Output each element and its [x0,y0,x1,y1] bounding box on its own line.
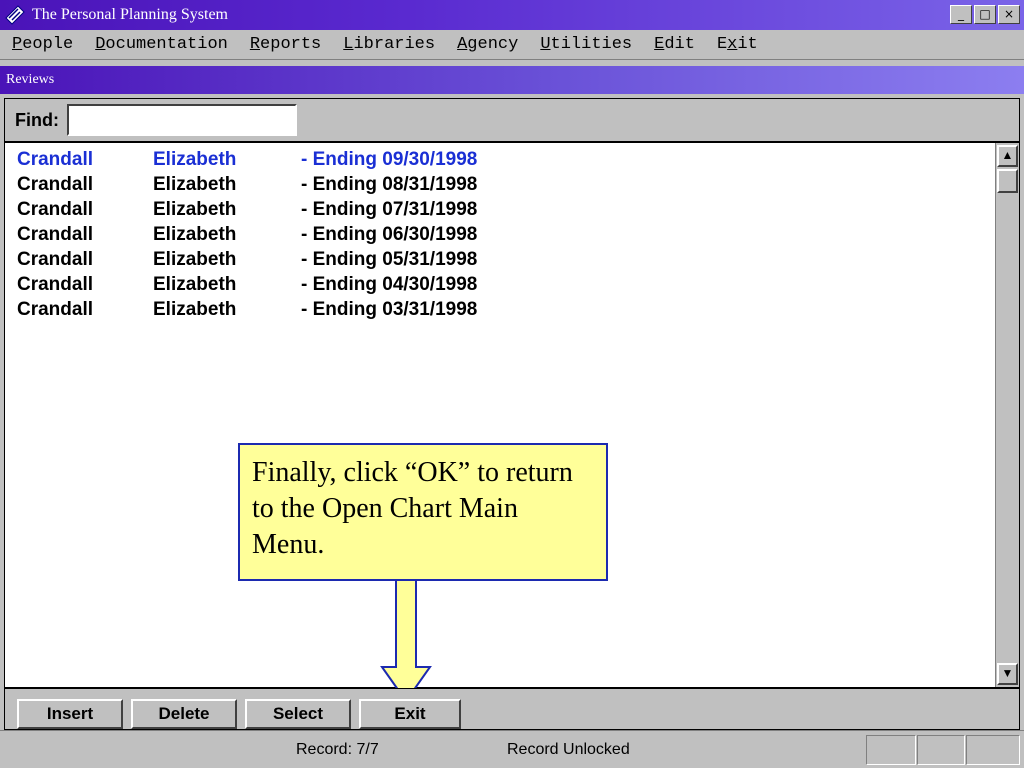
minimize-button[interactable]: _ [950,5,972,24]
tutorial-callout: Finally, click “OK” to return to the Ope… [238,443,608,581]
last-name: Crandall [17,249,94,270]
maximize-button[interactable]: □ [974,5,996,24]
minimize-icon: _ [958,7,964,21]
arrow-up-icon: ▲ [1001,148,1014,162]
first-name: Elizabeth [153,149,237,170]
menu-reports[interactable]: Reports [250,35,321,54]
menu-bar: People Documentation Reports Libraries A… [0,30,1024,60]
list-item[interactable]: Crandall Elizabeth - Ending 07/31/1998 [17,199,477,224]
menu-utilities[interactable]: Utilities [540,35,632,54]
record-counter: Record: 7/7 [296,741,379,758]
record-lock-status: Record Unlocked [507,741,630,758]
list-item[interactable]: Crandall Elizabeth - Ending 09/30/1998 [17,149,477,174]
scroll-up-button[interactable]: ▲ [997,145,1018,167]
scroll-thumb[interactable] [997,169,1018,193]
first-name: Elizabeth [153,299,237,320]
review-list: Crandall Elizabeth - Ending 09/30/1998 C… [4,142,1020,688]
first-name: Elizabeth [153,224,237,245]
first-name: Elizabeth [153,199,237,220]
insert-button[interactable]: Insert [17,699,123,729]
status-panel [917,735,965,765]
callout-arrow-icon [380,579,432,703]
window-controls: _ □ × [950,5,1020,24]
button-bar: Insert Delete Select Exit [4,688,1020,730]
last-name: Crandall [17,199,94,220]
list-item[interactable]: Crandall Elizabeth - Ending 06/30/1998 [17,224,477,249]
exit-button[interactable]: Exit [359,699,461,729]
menu-libraries[interactable]: Libraries [343,35,435,54]
close-button[interactable]: × [998,5,1020,24]
status-bar: Record: 7/7 Record Unlocked [0,730,1024,768]
find-input[interactable] [66,104,297,136]
menu-people[interactable]: People [12,35,73,54]
review-period: - Ending 05/31/1998 [301,249,478,270]
reviews-window-title: Reviews [0,66,1024,94]
close-icon: × [1003,7,1015,21]
app-icon[interactable] [4,4,26,26]
find-row: Find: [4,98,1020,142]
delete-button[interactable]: Delete [131,699,237,729]
first-name: Elizabeth [153,249,237,270]
window-title: The Personal Planning System [32,6,228,23]
first-name: Elizabeth [153,174,237,195]
vertical-scrollbar[interactable]: ▲ ▼ [995,143,1019,687]
last-name: Crandall [17,224,94,245]
scroll-down-button[interactable]: ▼ [997,663,1018,685]
last-name: Crandall [17,299,94,320]
arrow-down-icon: ▼ [1001,666,1014,680]
list-item[interactable]: Crandall Elizabeth - Ending 03/31/1998 [17,299,477,324]
review-period: - Ending 06/30/1998 [301,224,478,245]
list-item[interactable]: Crandall Elizabeth - Ending 04/30/1998 [17,274,477,299]
select-button[interactable]: Select [245,699,351,729]
status-panel [866,735,916,765]
menu-documentation[interactable]: Documentation [95,35,228,54]
review-period: - Ending 08/31/1998 [301,174,478,195]
maximize-icon: □ [979,7,991,21]
menu-exit[interactable]: Exit [717,35,758,54]
review-period: - Ending 09/30/1998 [301,149,478,170]
menu-agency[interactable]: Agency [457,35,518,54]
last-name: Crandall [17,274,94,295]
menu-edit[interactable]: Edit [654,35,695,54]
list-item[interactable]: Crandall Elizabeth - Ending 05/31/1998 [17,249,477,274]
last-name: Crandall [17,174,94,195]
status-panel [966,735,1020,765]
list-item[interactable]: Crandall Elizabeth - Ending 08/31/1998 [17,174,477,199]
callout-text: Finally, click “OK” to return to the Ope… [252,457,573,560]
find-label: Find: [15,109,59,130]
title-bar: The Personal Planning System _ □ × [0,0,1024,30]
review-period: - Ending 03/31/1998 [301,299,478,320]
review-period: - Ending 07/31/1998 [301,199,478,220]
first-name: Elizabeth [153,274,237,295]
review-period: - Ending 04/30/1998 [301,274,478,295]
last-name: Crandall [17,149,94,170]
